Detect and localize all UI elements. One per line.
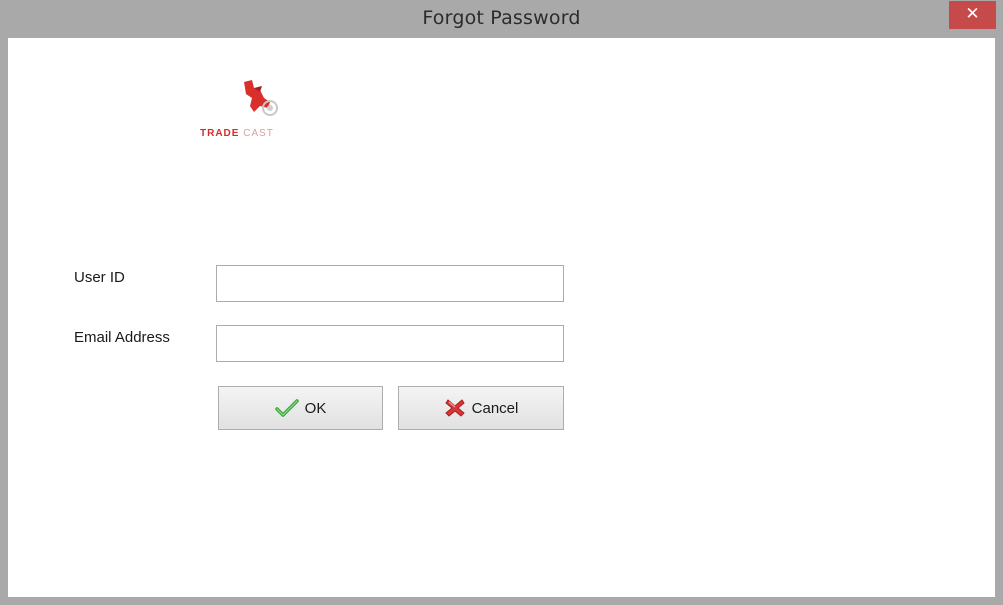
title-bar[interactable]: Forgot Password ✕ (0, 0, 1003, 38)
checkmark-icon (274, 399, 299, 417)
red-x-icon (444, 399, 465, 417)
close-icon: ✕ (965, 4, 980, 24)
ok-button[interactable]: OK (218, 386, 383, 430)
cancel-button[interactable]: Cancel (398, 386, 564, 430)
user-id-input[interactable] (216, 265, 564, 302)
dialog-body: TRADE CAST User ID Email Address OK Canc… (8, 38, 995, 597)
logo-word-cast: CAST (243, 128, 274, 139)
logo-word-trade: TRADE (200, 128, 240, 139)
window-title: Forgot Password (422, 7, 581, 29)
close-button[interactable]: ✕ (949, 1, 996, 29)
logo-text: TRADE CAST (200, 128, 274, 139)
ok-button-label: OK (304, 399, 327, 417)
email-address-label: Email Address (74, 329, 170, 346)
forgot-password-window: Forgot Password ✕ TRADE CAST User ID Ema… (0, 0, 1003, 605)
email-address-input[interactable] (216, 325, 564, 362)
cancel-button-label: Cancel (471, 399, 519, 417)
user-id-label: User ID (74, 269, 125, 286)
logo-mark-icon (244, 80, 278, 116)
trade-cast-logo: TRADE CAST (190, 78, 322, 148)
